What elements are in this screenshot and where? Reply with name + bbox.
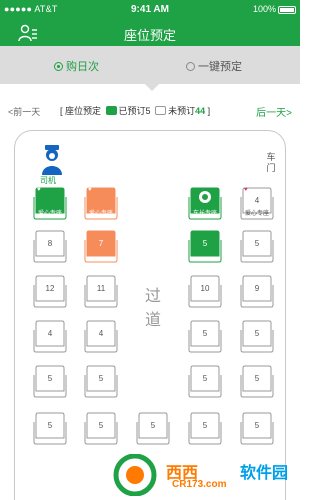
seat[interactable]: 5 — [188, 318, 222, 354]
seat-number: 4 — [98, 329, 104, 338]
booked-label: 已预订5 — [118, 106, 151, 116]
heart-icon: ♥ — [88, 187, 92, 193]
seat-type-label: 爱心专座 — [88, 211, 113, 217]
seat[interactable]: 4 — [84, 318, 118, 354]
prev-day-button[interactable]: <前一天 — [8, 105, 40, 118]
seat-number: 7 — [98, 239, 104, 248]
battery-icon — [278, 5, 296, 14]
seat[interactable]: 7 — [84, 228, 118, 264]
seat[interactable]: 车长专座 — [188, 185, 222, 221]
tab-buy-by-day[interactable]: 购日次 — [54, 58, 99, 74]
heart-icon: ♥ — [37, 187, 41, 193]
legend-close: ] — [207, 106, 211, 116]
seat-number: 4 — [254, 196, 260, 205]
seat[interactable]: 9 — [240, 273, 274, 309]
tab-label: 购日次 — [66, 61, 99, 73]
door-text: 车 门 — [266, 152, 276, 173]
radio-selected-icon — [54, 62, 63, 71]
seat[interactable]: 5 — [84, 363, 118, 399]
next-day-button[interactable]: 后一天> — [256, 104, 292, 119]
unbooked-label: 未预订 — [168, 106, 196, 116]
door-label: 车 门 — [265, 152, 277, 174]
seat[interactable]: 12 — [33, 273, 67, 309]
status-bar: ●●●●● AT&T 9:41 AM 100% — [0, 0, 300, 20]
seat-number: 5 — [47, 374, 53, 383]
seat-number: 5 — [254, 329, 260, 338]
seat-number: 9 — [254, 284, 260, 293]
watermark-mark-icon — [113, 454, 157, 496]
seat[interactable]: 8 — [33, 228, 67, 264]
seat-number: 5 — [47, 421, 53, 430]
seat[interactable]: 5 — [188, 228, 222, 264]
seat[interactable]: 5 — [84, 410, 118, 446]
seat[interactable]: 4 — [33, 318, 67, 354]
seat-number: 5 — [202, 239, 208, 248]
watermark-url: CR173.com — [172, 479, 227, 490]
battery-percent: 100% — [252, 4, 276, 14]
seat-number: 8 — [47, 239, 53, 248]
seat-number: 5 — [202, 329, 208, 338]
seat[interactable]: 5 — [240, 318, 274, 354]
seat-type-label: 爱心专座 — [244, 211, 269, 217]
aisle-text: 过 道 — [144, 288, 161, 329]
seat[interactable]: 5 — [188, 410, 222, 446]
seat-number: 5 — [254, 239, 260, 248]
watermark-site: 软件园 — [240, 465, 289, 482]
seat-type-label: 爱心专座 — [37, 211, 62, 217]
seat[interactable]: 5 — [33, 363, 67, 399]
seat-legend: [ 座位预定 已预订5 未预订44 ] — [60, 104, 210, 117]
day-navigation: <前一天 [ 座位预定 已预订5 未预订44 ] 后一天> — [0, 96, 300, 124]
seat[interactable]: 5 — [240, 410, 274, 446]
tab-label: 一键预定 — [198, 61, 242, 73]
app-header: 座位预定 — [0, 20, 300, 46]
seat-number: 12 — [45, 284, 55, 293]
seat-type-label: 车长专座 — [192, 211, 217, 217]
seat[interactable]: ♥ 4 爱心专座 — [240, 185, 274, 221]
seat-number: 10 — [200, 284, 210, 293]
seat-number: 11 — [96, 284, 106, 293]
seat[interactable]: 5 — [188, 363, 222, 399]
seat-number: 5 — [254, 374, 260, 383]
seat[interactable]: 10 — [188, 273, 222, 309]
seat[interactable]: ♥ 爱心专座 — [33, 185, 67, 221]
aisle-label: 过 道 — [140, 285, 166, 333]
booked-swatch-icon — [105, 106, 117, 115]
seat-number: 4 — [47, 329, 53, 338]
seat-number: 5 — [150, 421, 156, 430]
seat-number: 5 — [254, 421, 260, 430]
seat[interactable]: 5 — [240, 363, 274, 399]
seat[interactable]: 5 — [33, 410, 67, 446]
radio-unselected-icon — [186, 62, 195, 71]
unbooked-swatch-icon — [155, 106, 167, 115]
seat[interactable]: 5 — [136, 410, 170, 446]
page-title: 座位预定 — [123, 28, 176, 43]
heart-icon: ♥ — [244, 187, 248, 193]
seat-number: 5 — [98, 374, 104, 383]
seat-number: 5 — [202, 374, 208, 383]
watermark-logo: 西西 软件园 CR173.com — [100, 452, 300, 500]
seat[interactable]: ♥ 爱心专座 — [84, 185, 118, 221]
seat-number: 5 — [202, 421, 208, 430]
legend-title: [ 座位预定 — [60, 106, 102, 116]
battery-indicator: 100% — [253, 4, 296, 14]
seat[interactable]: 11 — [84, 273, 118, 309]
unbooked-count: 44 — [195, 106, 206, 116]
tab-pointer-icon — [145, 84, 159, 91]
seat-number: 5 — [98, 421, 104, 430]
seat[interactable]: 5 — [240, 228, 274, 264]
tab-one-click-book[interactable]: 一键预定 — [186, 58, 242, 74]
booking-mode-tabs: 购日次 一键预定 — [0, 46, 300, 84]
